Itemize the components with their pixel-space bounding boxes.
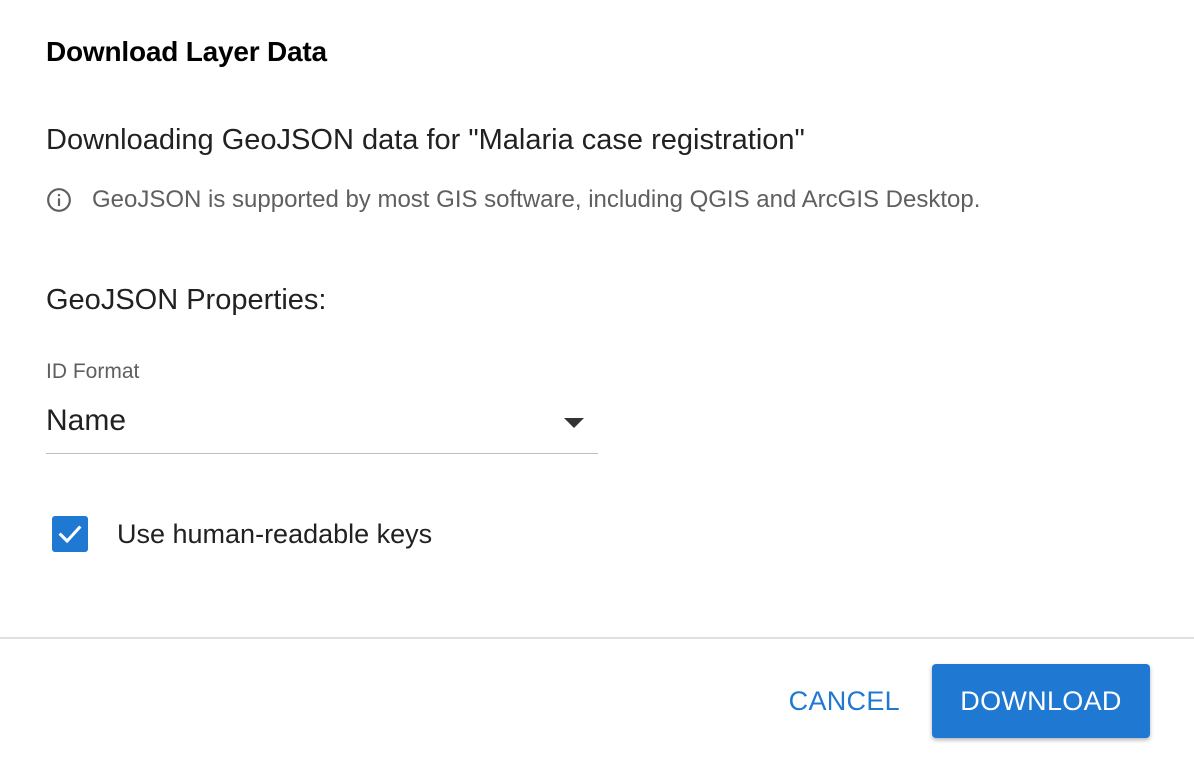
cancel-button[interactable]: CANCEL (773, 664, 916, 738)
download-heading: Downloading GeoJSON data for "Malaria ca… (46, 124, 805, 156)
dialog-actions: CANCEL DOWNLOAD (773, 664, 1150, 738)
info-circle-icon (46, 187, 72, 213)
properties-heading: GeoJSON Properties: (46, 284, 327, 316)
human-readable-keys-checkbox[interactable] (52, 516, 88, 552)
dropdown-arrow-icon[interactable] (564, 418, 584, 428)
select-underline (46, 453, 598, 454)
info-text: GeoJSON is supported by most GIS softwar… (92, 186, 981, 213)
id-format-value[interactable]: Name (46, 404, 126, 438)
download-layer-dialog: Download Layer Data Downloading GeoJSON … (0, 0, 1194, 762)
human-readable-keys-checkbox-row[interactable]: Use human-readable keys (52, 516, 432, 552)
actions-divider (0, 637, 1194, 639)
info-row: GeoJSON is supported by most GIS softwar… (46, 186, 980, 214)
id-format-label: ID Format (46, 360, 140, 383)
id-format-select[interactable]: ID Format Name (46, 360, 598, 454)
download-button[interactable]: DOWNLOAD (932, 664, 1150, 738)
dialog-title: Download Layer Data (46, 36, 327, 67)
human-readable-keys-label: Use human-readable keys (117, 518, 433, 549)
checkmark-icon (58, 525, 82, 544)
